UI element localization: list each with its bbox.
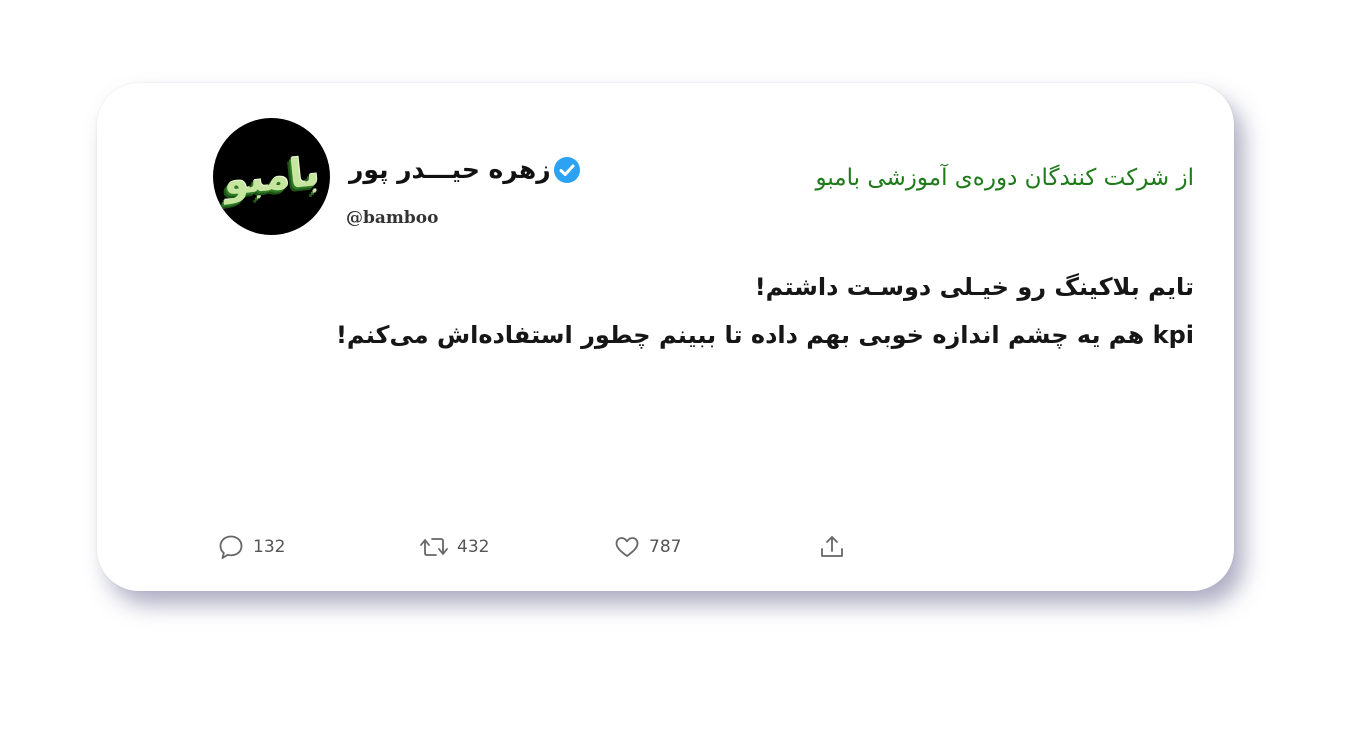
canvas: بامبو زهره حیـــدر پور @bamboo از شرکت ک…	[0, 0, 1350, 742]
author-name-row: زهره حیـــدر پور	[349, 155, 581, 184]
reply-button[interactable]: 132	[217, 533, 285, 561]
tagline: از شرکت کنندگان دوره‌ی آموزشی بامبو	[815, 165, 1194, 191]
reply-count: 132	[253, 537, 286, 557]
tweet-body: تایم بلاکینگ رو خیـلی دوسـت داشتم! kpi ه…	[234, 263, 1194, 359]
tweet-card: بامبو زهره حیـــدر پور @bamboo از شرکت ک…	[97, 83, 1234, 591]
tweet-line-2: kpi هم یه چشم اندازه خوبی بهم داده تا بب…	[335, 321, 1194, 349]
retweet-button[interactable]: 432	[419, 533, 489, 561]
tweet-actions: 132 432 787	[97, 533, 1234, 563]
avatar-logo-text: بامبو	[221, 148, 322, 205]
like-button[interactable]: 787	[613, 533, 681, 561]
tweet-line-1: تایم بلاکینگ رو خیـلی دوسـت داشتم!	[754, 273, 1194, 301]
retweet-count: 432	[457, 537, 490, 557]
share-button[interactable]	[818, 533, 846, 561]
reply-bubble-icon	[217, 533, 245, 561]
author-name[interactable]: زهره حیـــدر پور	[349, 155, 551, 184]
heart-icon	[613, 533, 641, 561]
verified-badge-icon	[553, 156, 581, 184]
like-count: 787	[649, 537, 682, 557]
share-icon	[818, 533, 846, 561]
author-handle[interactable]: @bamboo	[346, 208, 438, 228]
avatar[interactable]: بامبو	[213, 118, 330, 235]
retweet-icon	[419, 533, 449, 561]
